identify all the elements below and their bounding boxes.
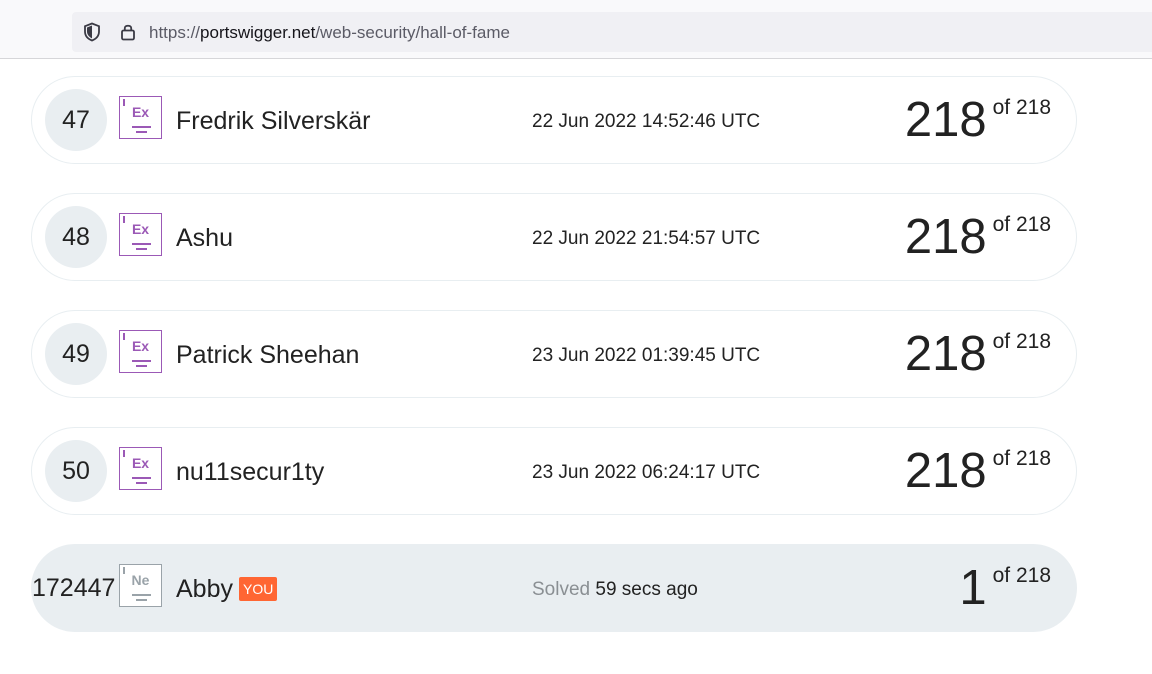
leaderboard-row: 47 Ex Fredrik Silverskär 22 Jun 2022 14:… [31,76,1077,164]
user-name: Fredrik Silverskär [176,107,371,135]
total-labs: of 218 [992,447,1051,470]
address-bar[interactable]: https://portswigger.net/web-security/hal… [72,12,1152,52]
completion-time: Solved 59 secs ago [532,579,698,600]
expert-level-icon: Ex [119,447,162,490]
shield-icon[interactable] [82,22,102,42]
solved-count: 218 [904,327,987,381]
rank-badge: 50 [45,440,107,502]
total-labs: of 218 [992,96,1051,119]
leaderboard-row: 49 Ex Patrick Sheehan 23 Jun 2022 01:39:… [31,310,1077,398]
labs-solved: 218 of 218 [905,441,1051,501]
solved-count: 218 [904,210,987,264]
user-name: Ashu [176,224,233,252]
total-labs: of 218 [992,330,1051,353]
solved-count: 218 [904,93,987,147]
solved-count: 1 [959,561,987,615]
user-name: nu11secur1ty [176,458,325,486]
completion-time: 23 Jun 2022 06:24:17 UTC [532,462,761,483]
total-labs: of 218 [992,564,1051,587]
labs-solved: 218 of 218 [905,90,1051,150]
total-labs: of 218 [992,213,1051,236]
hall-of-fame-list: 47 Ex Fredrik Silverskär 22 Jun 2022 14:… [31,76,1077,661]
rank-badge: 172447 [32,574,116,602]
completion-time: 22 Jun 2022 21:54:57 UTC [532,228,761,249]
lock-icon[interactable] [118,22,138,42]
leaderboard-row: 50 Ex nu11secur1ty 23 Jun 2022 06:24:17 … [31,427,1077,515]
rank-badge: 47 [45,89,107,151]
user-name: Abby YOU [176,573,278,605]
rank-badge: 48 [45,206,107,268]
labs-solved: 218 of 218 [905,207,1051,267]
labs-solved: 1 of 218 [959,558,1051,618]
completion-time: 22 Jun 2022 14:52:46 UTC [532,111,761,132]
labs-solved: 218 of 218 [905,324,1051,384]
current-user-row: 172447 Ne Abby YOU Solved 59 secs ago 1 of… [31,544,1077,632]
expert-level-icon: Ex [119,330,162,373]
user-name: Patrick Sheehan [176,341,360,369]
you-tag: YOU [238,577,278,601]
url-text[interactable]: https://portswigger.net/web-security/hal… [149,22,510,44]
solved-count: 218 [904,444,987,498]
expert-level-icon: Ex [119,213,162,256]
novice-level-icon: Ne [119,564,162,607]
leaderboard-row: 48 Ex Ashu 22 Jun 2022 21:54:57 UTC 218 o… [31,193,1077,281]
rank-badge: 49 [45,323,107,385]
completion-time: 23 Jun 2022 01:39:45 UTC [532,345,761,366]
browser-toolbar: https://portswigger.net/web-security/hal… [0,0,1152,59]
expert-level-icon: Ex [119,96,162,139]
